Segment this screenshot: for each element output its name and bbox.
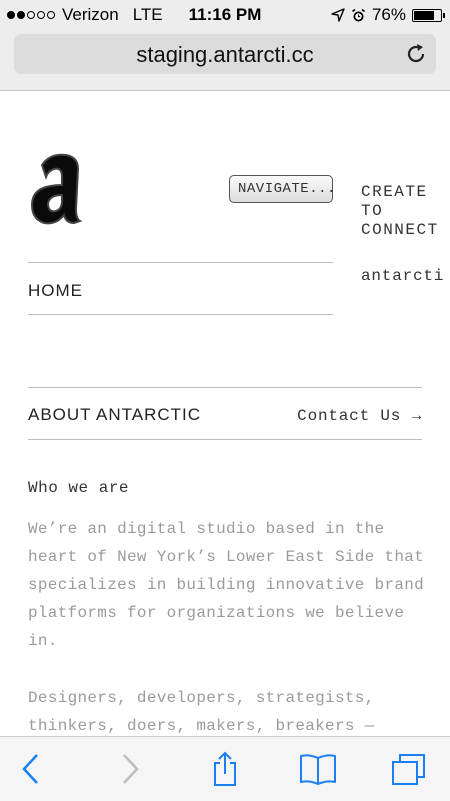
- address-bar: staging.antarcti.cc: [0, 30, 450, 91]
- site-handle: antarcti: [361, 267, 445, 285]
- status-right: 76%: [331, 5, 445, 25]
- bookmarks-icon[interactable]: [299, 753, 337, 785]
- intro-paragraph: We’re an digital studio based in the hea…: [28, 520, 425, 650]
- url-field[interactable]: staging.antarcti.cc: [14, 34, 436, 74]
- forward-button[interactable]: [112, 751, 148, 787]
- battery-fill: [414, 10, 434, 20]
- antarctic-logo[interactable]: [28, 151, 84, 225]
- browser-toolbar: [0, 736, 450, 801]
- tagline: CREATE TO CONNECT: [361, 183, 439, 239]
- team-paragraph: Designers, developers, strategists, thin…: [28, 689, 375, 735]
- tabs-icon[interactable]: [391, 752, 427, 786]
- divider: [28, 439, 422, 440]
- web-page: NAVIGATE... CREATE TO CONNECT antarcti H…: [0, 91, 450, 736]
- divider: [28, 314, 333, 315]
- contact-us-link[interactable]: Contact Us →: [297, 407, 422, 425]
- battery-icon: [412, 8, 445, 22]
- forward-icon[interactable]: [119, 752, 141, 786]
- section-title: ABOUT ANTARCTIC: [28, 405, 202, 424]
- alarm-icon: [351, 8, 365, 21]
- back-icon[interactable]: [20, 752, 42, 786]
- bookmarks-button[interactable]: [298, 751, 338, 787]
- location-arrow-icon: [331, 8, 345, 22]
- reload-icon[interactable]: [404, 42, 428, 66]
- nav-home-link[interactable]: HOME: [28, 281, 83, 301]
- subheading: Who we are: [28, 479, 130, 497]
- share-icon[interactable]: [211, 751, 239, 787]
- back-button[interactable]: [13, 751, 49, 787]
- divider: [28, 262, 333, 263]
- share-button[interactable]: [207, 751, 243, 787]
- url-text[interactable]: staging.antarcti.cc: [14, 42, 436, 68]
- divider: [28, 387, 422, 388]
- battery-percent: 76%: [371, 5, 406, 24]
- navigate-button[interactable]: NAVIGATE...: [229, 175, 333, 203]
- tabs-button[interactable]: [391, 751, 427, 787]
- status-bar: Verizon LTE 11:16 PM 76%: [0, 0, 450, 30]
